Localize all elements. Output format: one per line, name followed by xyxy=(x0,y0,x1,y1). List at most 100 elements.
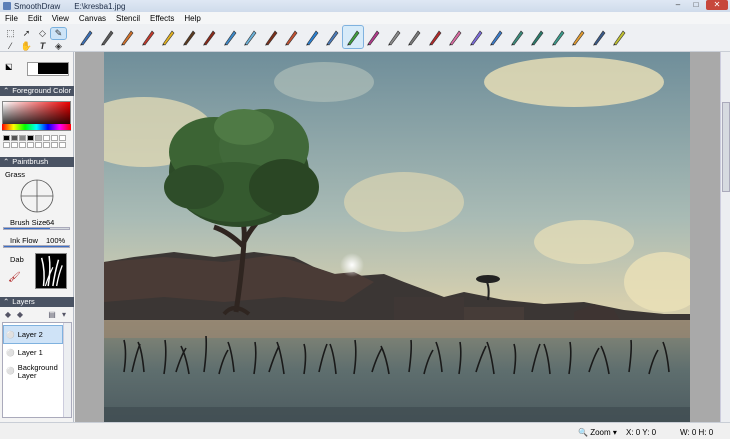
menu-effects[interactable]: Effects xyxy=(145,14,179,23)
grass-brush-icon[interactable] xyxy=(343,26,364,48)
palette-swatch[interactable] xyxy=(59,142,66,148)
close-button[interactable]: ✕ xyxy=(706,0,728,10)
layer-item-background[interactable]: ⚪Background Layer xyxy=(4,362,62,382)
crayon-icon[interactable] xyxy=(117,26,138,48)
app-name: SmoothDraw xyxy=(14,2,60,11)
menu-bar: File Edit View Canvas Stencil Effects He… xyxy=(0,12,730,24)
water-drop-icon[interactable] xyxy=(486,26,507,48)
paintbrush-icon: 🖌 xyxy=(8,272,21,283)
palette-swatch[interactable] xyxy=(19,135,26,141)
brush-size-slider[interactable] xyxy=(3,227,70,230)
palette-swatch[interactable] xyxy=(3,142,10,148)
menu-stencil[interactable]: Stencil xyxy=(111,14,145,23)
palette-swatch[interactable] xyxy=(3,135,10,141)
select-rect-icon[interactable]: ⬚ xyxy=(3,28,18,39)
minimize-button[interactable]: – xyxy=(670,0,686,10)
menu-canvas[interactable]: Canvas xyxy=(74,14,111,23)
eraser-icon[interactable] xyxy=(445,26,466,48)
swap-colors-icon[interactable]: ⬕ xyxy=(5,62,13,71)
blur-icon[interactable] xyxy=(404,26,425,48)
ink-flow-fill xyxy=(4,246,69,247)
spray-icon[interactable] xyxy=(240,26,261,48)
menu-help[interactable]: Help xyxy=(179,14,205,23)
marker-icon[interactable] xyxy=(138,26,159,48)
collapse-icon: ⌃ xyxy=(3,297,9,306)
brush-tool-icon[interactable]: ✎ xyxy=(51,28,66,39)
wet-brush-icon[interactable] xyxy=(527,26,548,48)
menu-edit[interactable]: Edit xyxy=(23,14,47,23)
hand-icon[interactable]: ✋ xyxy=(19,41,34,52)
palette-swatch[interactable] xyxy=(51,142,58,148)
pen-icon[interactable] xyxy=(97,26,118,48)
palette-swatch[interactable] xyxy=(11,142,18,148)
ink-flow-slider[interactable] xyxy=(3,245,70,248)
vertical-scrollbar[interactable] xyxy=(720,52,730,422)
watercolor-pad-icon[interactable] xyxy=(507,26,528,48)
fill-bucket-icon[interactable]: ◈ xyxy=(51,41,66,52)
new-layer-icon[interactable]: ▤ xyxy=(46,310,58,319)
paintbrush-header[interactable]: ⌃Paintbrush xyxy=(0,157,74,167)
move-icon[interactable]: ➚ xyxy=(19,28,34,39)
eyedropper-icon[interactable]: ⁄ xyxy=(3,41,18,52)
foreground-color-header[interactable]: ⌃Foreground Color xyxy=(0,86,74,96)
layer-item-layer-2[interactable]: ⚪Layer 2 xyxy=(4,326,62,343)
palette-swatch[interactable] xyxy=(27,142,34,148)
ink-flow-value: 100% xyxy=(46,236,65,245)
zoom-control[interactable]: 🔍 Zoom ▾ xyxy=(578,428,617,437)
layer-options-icon[interactable]: ▾ xyxy=(58,310,70,319)
window-title: SmoothDrawE:\kresba1.jpg xyxy=(14,2,125,11)
finger-icon[interactable] xyxy=(568,26,589,48)
soft-eraser-icon[interactable] xyxy=(466,26,487,48)
layer-visibility-icon[interactable]: ⚪ xyxy=(6,368,15,376)
palette-swatch[interactable] xyxy=(43,142,50,148)
layer-up-icon[interactable]: ◆ xyxy=(14,310,26,319)
canvas-painting[interactable] xyxy=(104,52,690,422)
clone-icon[interactable] xyxy=(322,26,343,48)
menu-view[interactable]: View xyxy=(47,14,74,23)
palette-swatch[interactable] xyxy=(51,135,58,141)
layer-item-layer-1[interactable]: ⚪Layer 1 xyxy=(4,344,62,361)
ink-pen-icon[interactable] xyxy=(199,26,220,48)
brush-size-fill xyxy=(4,228,50,229)
layer-visibility-icon[interactable]: ⚪ xyxy=(6,349,15,357)
palette-swatch[interactable] xyxy=(35,135,42,141)
ink-flow-label: Ink Flow xyxy=(10,236,38,245)
lighten-icon[interactable] xyxy=(548,26,569,48)
collapse-icon: ⌃ xyxy=(3,86,9,95)
left-panel: ⬕ ⌃Foreground Color ⌃Paintbrush Grass Br… xyxy=(0,52,74,422)
scrollbar-thumb[interactable] xyxy=(722,102,730,192)
palette-swatch[interactable] xyxy=(59,135,66,141)
stars-brush-icon[interactable] xyxy=(363,26,384,48)
sharpen-icon[interactable] xyxy=(589,26,610,48)
palette-swatch[interactable] xyxy=(19,142,26,148)
fill-icon[interactable] xyxy=(302,26,323,48)
smudge-icon[interactable] xyxy=(384,26,405,48)
cursor-coords: X: 0 Y: 0 xyxy=(626,428,656,437)
foreground-color-swatch[interactable] xyxy=(38,63,68,74)
layer-visibility-icon[interactable]: ⚪ xyxy=(6,331,15,339)
app-icon xyxy=(3,2,11,10)
hue-slider[interactable] xyxy=(2,124,71,130)
dab-preview[interactable] xyxy=(35,253,67,289)
watercolor-icon[interactable] xyxy=(281,26,302,48)
palette-swatch[interactable] xyxy=(43,135,50,141)
maximize-button[interactable]: □ xyxy=(688,0,704,10)
palette-swatch[interactable] xyxy=(27,135,34,141)
flat-brush-icon[interactable] xyxy=(261,26,282,48)
highlighter-icon[interactable] xyxy=(158,26,179,48)
airbrush-icon[interactable] xyxy=(220,26,241,48)
stamp-icon[interactable] xyxy=(425,26,446,48)
text-tool-icon[interactable]: T xyxy=(35,41,50,52)
dodge-icon[interactable] xyxy=(609,26,630,48)
layers-header[interactable]: ⌃Layers xyxy=(0,297,74,307)
palette-swatch[interactable] xyxy=(35,142,42,148)
menu-file[interactable]: File xyxy=(0,14,23,23)
eraser-tool-icon[interactable]: ◇ xyxy=(35,28,50,39)
collapse-icon: ⌃ xyxy=(3,157,9,166)
palette-swatch[interactable] xyxy=(11,135,18,141)
brush-icon[interactable] xyxy=(179,26,200,48)
layer-list-scrollbar[interactable] xyxy=(63,323,71,417)
pencil-icon[interactable] xyxy=(76,26,97,48)
toolbar: ⬚ ➚ ◇ ✎ ⁄ ✋ T ◈ xyxy=(0,24,730,52)
layer-down-icon[interactable]: ◆ xyxy=(2,310,14,319)
